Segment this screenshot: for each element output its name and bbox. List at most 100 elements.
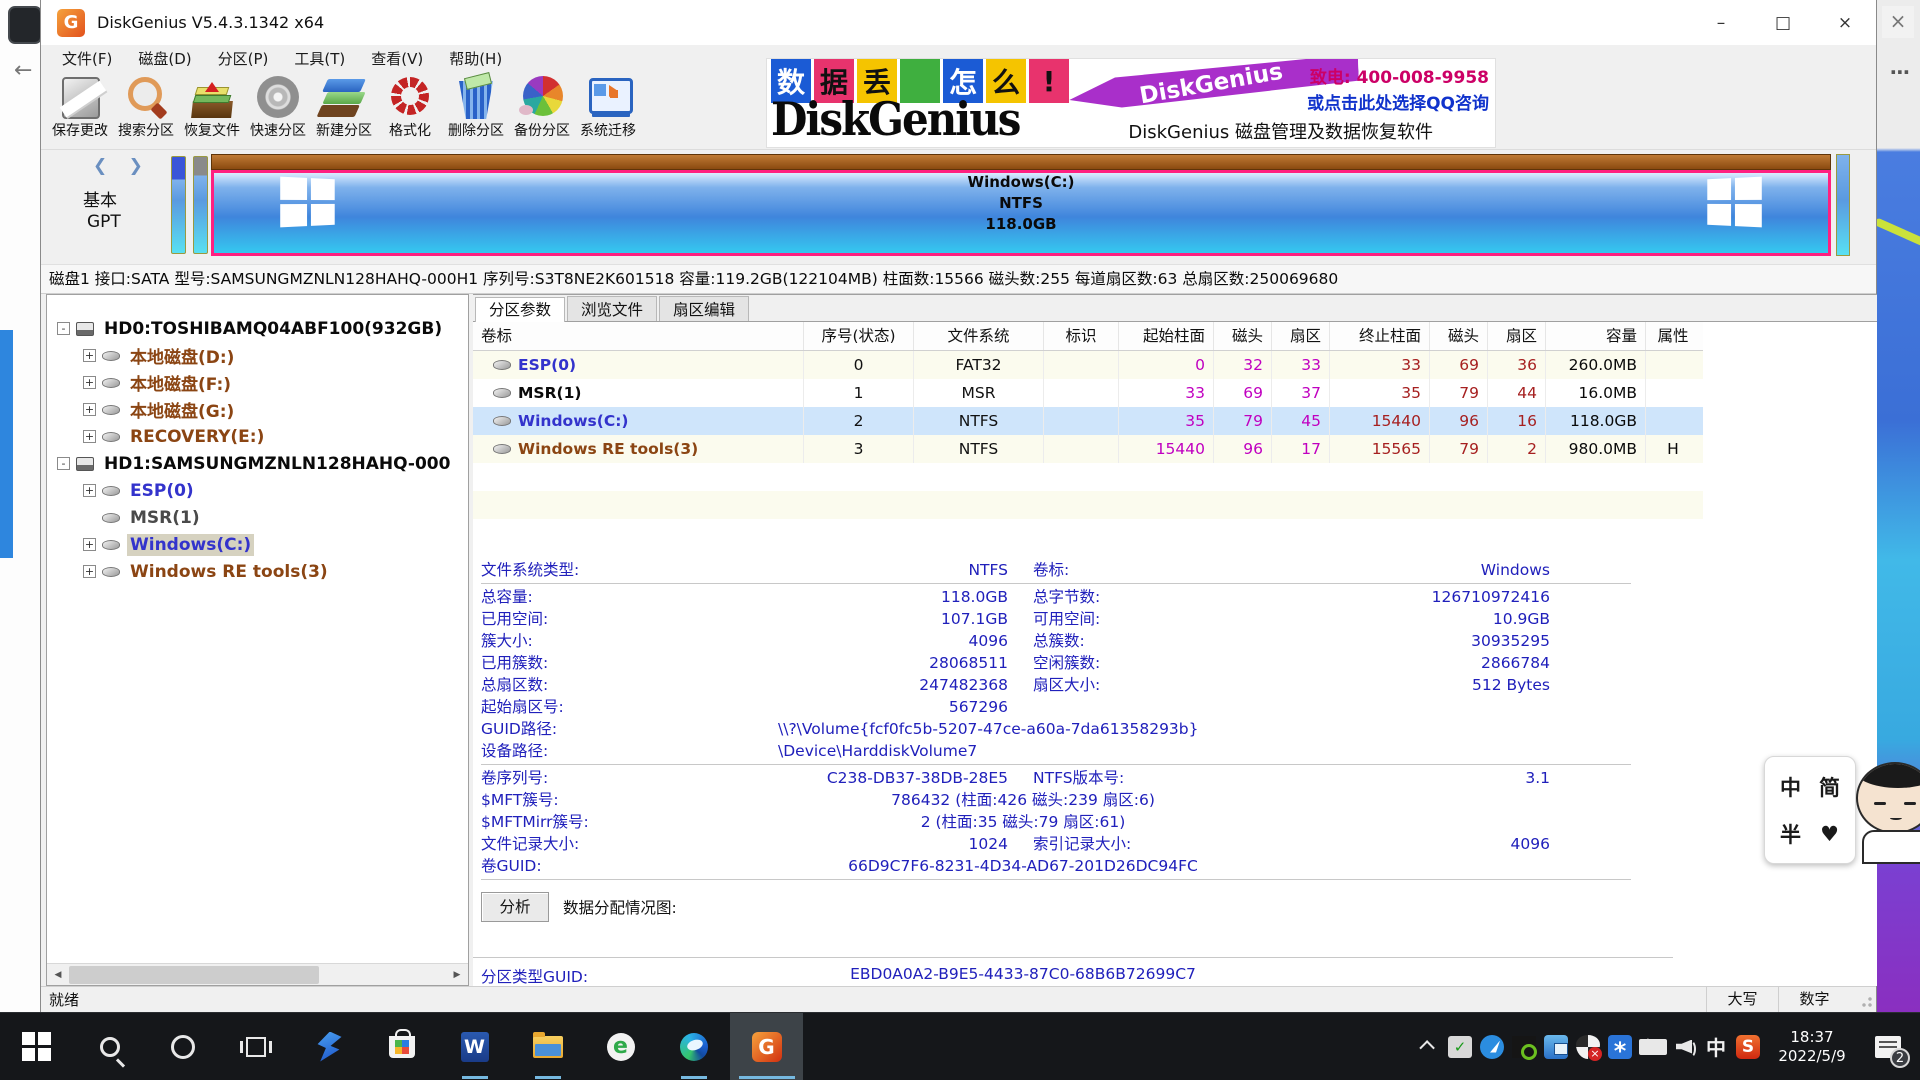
table-row[interactable]: Windows RE tools(3)3NTFS1544096171556579… <box>473 435 1703 463</box>
next-partition-sliver[interactable] <box>1836 154 1850 256</box>
tab[interactable]: 分区参数 <box>475 297 565 322</box>
tree-item[interactable]: +Windows RE tools(3) <box>47 558 468 585</box>
volume-icon[interactable] <box>1668 1033 1700 1061</box>
tree-horizontal-scrollbar[interactable]: ◀ ▶ <box>47 963 468 985</box>
tree-item[interactable]: -HD1:SAMSUNGMZNLN128HAHQ-000 <box>47 450 468 477</box>
menu-item[interactable]: 分区(P) <box>205 48 282 69</box>
expand-icon[interactable]: + <box>83 565 96 578</box>
column-header[interactable]: 起始柱面 <box>1118 322 1213 350</box>
tree-item[interactable]: +Windows(C:) <box>47 531 468 558</box>
close-button[interactable]: × <box>1814 0 1876 45</box>
column-header[interactable]: 文件系统 <box>913 322 1043 350</box>
tree-item[interactable]: MSR(1) <box>47 504 468 531</box>
expand-icon[interactable]: + <box>83 538 96 551</box>
esp-partition-bar[interactable] <box>171 156 186 254</box>
expand-icon[interactable]: + <box>83 484 96 497</box>
taskbar-file-explorer-button[interactable] <box>511 1013 584 1080</box>
ad-banner[interactable]: 数据丢怎么! DiskGenius DiskGenius 致电: 400-008… <box>766 58 1496 148</box>
toolbar-button-new-partition[interactable]: 新建分区 <box>311 72 377 149</box>
toolbar-button-system-migration[interactable]: 系统迁移 <box>575 72 641 149</box>
column-header[interactable]: 扇区 <box>1271 322 1329 350</box>
disk-nav-arrows[interactable]: ❮ ❯ <box>93 156 151 176</box>
taskbar-start-button[interactable] <box>0 1013 73 1080</box>
ime-panel-item[interactable]: ♥ <box>1820 822 1839 846</box>
scrollbar-thumb[interactable] <box>69 966 319 984</box>
taskbar-word-button[interactable] <box>438 1013 511 1080</box>
column-header[interactable]: 磁头 <box>1429 322 1487 350</box>
taskbar-store-button[interactable] <box>365 1013 438 1080</box>
toolbar-button-format[interactable]: 格式化 <box>377 72 443 149</box>
sogou-s-icon[interactable] <box>1736 1035 1760 1059</box>
tree-item[interactable]: +本地磁盘(G:) <box>47 396 468 423</box>
taskbar-edge-button[interactable] <box>657 1013 730 1080</box>
taskbar-browser-360-button[interactable] <box>584 1013 657 1080</box>
toolbar-button-save-changes[interactable]: 保存更改 <box>47 72 113 149</box>
toolbar-button-quick-partition[interactable]: 快速分区 <box>245 72 311 149</box>
table-row[interactable]: ESP(0)0FAT3203233336936260.0MB <box>473 351 1703 379</box>
tab[interactable]: 扇区编辑 <box>659 296 749 321</box>
taskbar-task-view-button[interactable] <box>219 1013 292 1080</box>
menu-item[interactable]: 帮助(H) <box>436 48 515 69</box>
expand-icon[interactable]: + <box>83 430 96 443</box>
minimize-button[interactable]: – <box>1690 0 1752 45</box>
ime-panel-item[interactable]: 简 <box>1819 772 1840 802</box>
tab[interactable]: 浏览文件 <box>567 296 657 321</box>
menu-item[interactable]: 查看(V) <box>358 48 436 69</box>
nvidia-icon[interactable] <box>1512 1036 1536 1058</box>
column-header[interactable]: 扇区 <box>1487 322 1545 350</box>
background-close-icon[interactable]: × <box>1882 6 1914 38</box>
toolbar-button-recover-files[interactable]: 恢复文件 <box>179 72 245 149</box>
back-arrow-icon[interactable]: ← <box>14 58 32 83</box>
expand-icon[interactable]: + <box>83 403 96 416</box>
scroll-left-icon[interactable]: ◀ <box>47 964 69 986</box>
tree-item[interactable]: +RECOVERY(E:) <box>47 423 468 450</box>
security-shield-icon[interactable] <box>1576 1035 1600 1059</box>
tree-item[interactable]: +本地磁盘(D:) <box>47 342 468 369</box>
background-more-icon[interactable]: ⋯ <box>1890 60 1910 84</box>
column-header[interactable]: 属性 <box>1645 322 1700 350</box>
menu-item[interactable]: 磁盘(D) <box>125 48 204 69</box>
tree-item[interactable]: +ESP(0) <box>47 477 468 504</box>
ime-mascot[interactable] <box>1852 756 1920 866</box>
resize-grip[interactable] <box>1850 987 1876 1012</box>
ime-zh-icon[interactable]: 中 <box>1700 1033 1732 1061</box>
ime-panel-item[interactable]: 半 <box>1780 819 1801 849</box>
toolbar-button-search-partition[interactable]: 搜索分区 <box>113 72 179 149</box>
battery-icon[interactable] <box>1636 1033 1668 1061</box>
column-header[interactable]: 容量 <box>1545 322 1645 350</box>
analyze-button[interactable]: 分析 <box>481 892 549 922</box>
tree-item[interactable]: +本地磁盘(F:) <box>47 369 468 396</box>
taskbar-diskgenius-button[interactable] <box>730 1013 803 1080</box>
ime-panel-item[interactable]: 中 <box>1780 772 1801 802</box>
chevron-up-icon[interactable] <box>1412 1033 1444 1061</box>
collapse-icon[interactable]: - <box>57 322 70 335</box>
expand-icon[interactable]: + <box>83 376 96 389</box>
column-header[interactable]: 标识 <box>1043 322 1118 350</box>
taskbar-cortana-button[interactable] <box>146 1013 219 1080</box>
intel-graphics-icon[interactable] <box>1544 1035 1568 1059</box>
tree-item[interactable]: -HD0:TOSHIBAMQ04ABF100(932GB) <box>47 315 468 342</box>
maximize-button[interactable]: □ <box>1752 0 1814 45</box>
collapse-icon[interactable]: - <box>57 457 70 470</box>
column-header[interactable]: 卷标 <box>473 322 803 350</box>
background-window-icon[interactable] <box>8 6 42 44</box>
scroll-right-icon[interactable]: ▶ <box>446 964 468 986</box>
column-header[interactable]: 序号(状态) <box>803 322 913 350</box>
expand-icon[interactable]: + <box>83 349 96 362</box>
taskbar-thunder-button[interactable] <box>292 1013 365 1080</box>
snowflake-icon[interactable] <box>1608 1035 1632 1059</box>
taskbar-clock[interactable]: 18:37 2022/5/9 <box>1764 1028 1860 1066</box>
table-row[interactable]: MSR(1)1MSR33693735794416.0MB <box>473 379 1703 407</box>
column-header[interactable]: 终止柱面 <box>1329 322 1429 350</box>
menu-item[interactable]: 文件(F) <box>49 48 125 69</box>
msr-partition-bar[interactable] <box>193 156 208 254</box>
toolbar-button-delete-partition[interactable]: 删除分区 <box>443 72 509 149</box>
notification-center-button[interactable]: 2 <box>1860 1013 1916 1080</box>
table-row[interactable]: Windows(C:)2NTFS357945154409616118.0GB <box>473 407 1703 435</box>
taskbar-search-button[interactable] <box>73 1013 146 1080</box>
toolbar-button-backup-partition[interactable]: 备份分区 <box>509 72 575 149</box>
banner-qq-link[interactable]: 或点击此处选择QQ咨询 <box>1307 89 1489 114</box>
green-check-icon[interactable] <box>1448 1036 1472 1058</box>
menu-item[interactable]: 工具(T) <box>281 48 358 69</box>
column-header[interactable]: 磁头 <box>1213 322 1271 350</box>
